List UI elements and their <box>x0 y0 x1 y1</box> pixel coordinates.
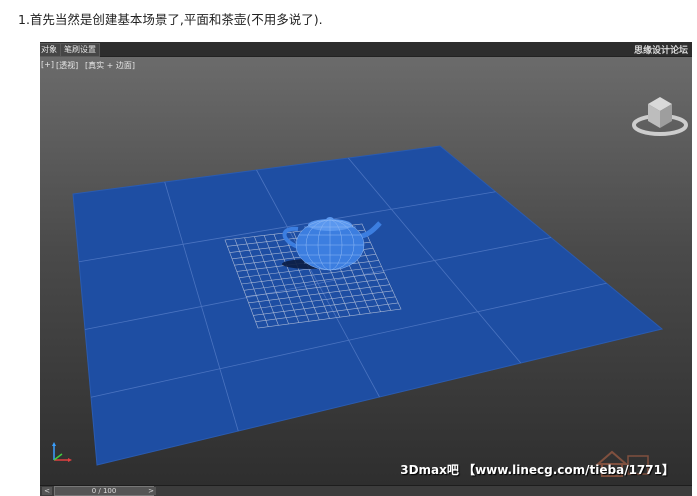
3dsmax-screenshot: 对象 笔刷设置 思缘设计论坛 [+] [透视] [真实 + 边面] 3Dmax吧… <box>40 42 692 496</box>
scene-canvas <box>72 145 664 466</box>
timeline-bar: < 0 / 100 > <box>40 485 692 496</box>
watermark-text: 3Dmax吧 【www.linecg.com/tieba/1771】 <box>400 463 674 477</box>
axis-gizmo-icon <box>52 442 72 462</box>
menu-item-brush-settings[interactable]: 笔刷设置 <box>60 43 100 57</box>
timeline-slider[interactable]: 0 / 100 <box>54 486 154 496</box>
plane-object <box>72 145 664 466</box>
menubar: 对象 笔刷设置 思缘设计论坛 <box>40 42 692 57</box>
timeline-prev-button[interactable]: < <box>42 487 52 495</box>
forum-logo: 思缘设计论坛 <box>633 46 688 56</box>
menu-item-object[interactable]: 对象 <box>40 43 61 57</box>
perspective-viewport[interactable]: [+] [透视] [真实 + 边面] 3Dmax吧 【www.linecg.co… <box>40 57 692 486</box>
step-text: 1.首先当然是创建基本场景了,平面和茶壶(不用多说了). <box>18 12 323 27</box>
viewcube-icon[interactable] <box>630 80 690 150</box>
timeline-next-button[interactable]: > <box>146 487 156 495</box>
